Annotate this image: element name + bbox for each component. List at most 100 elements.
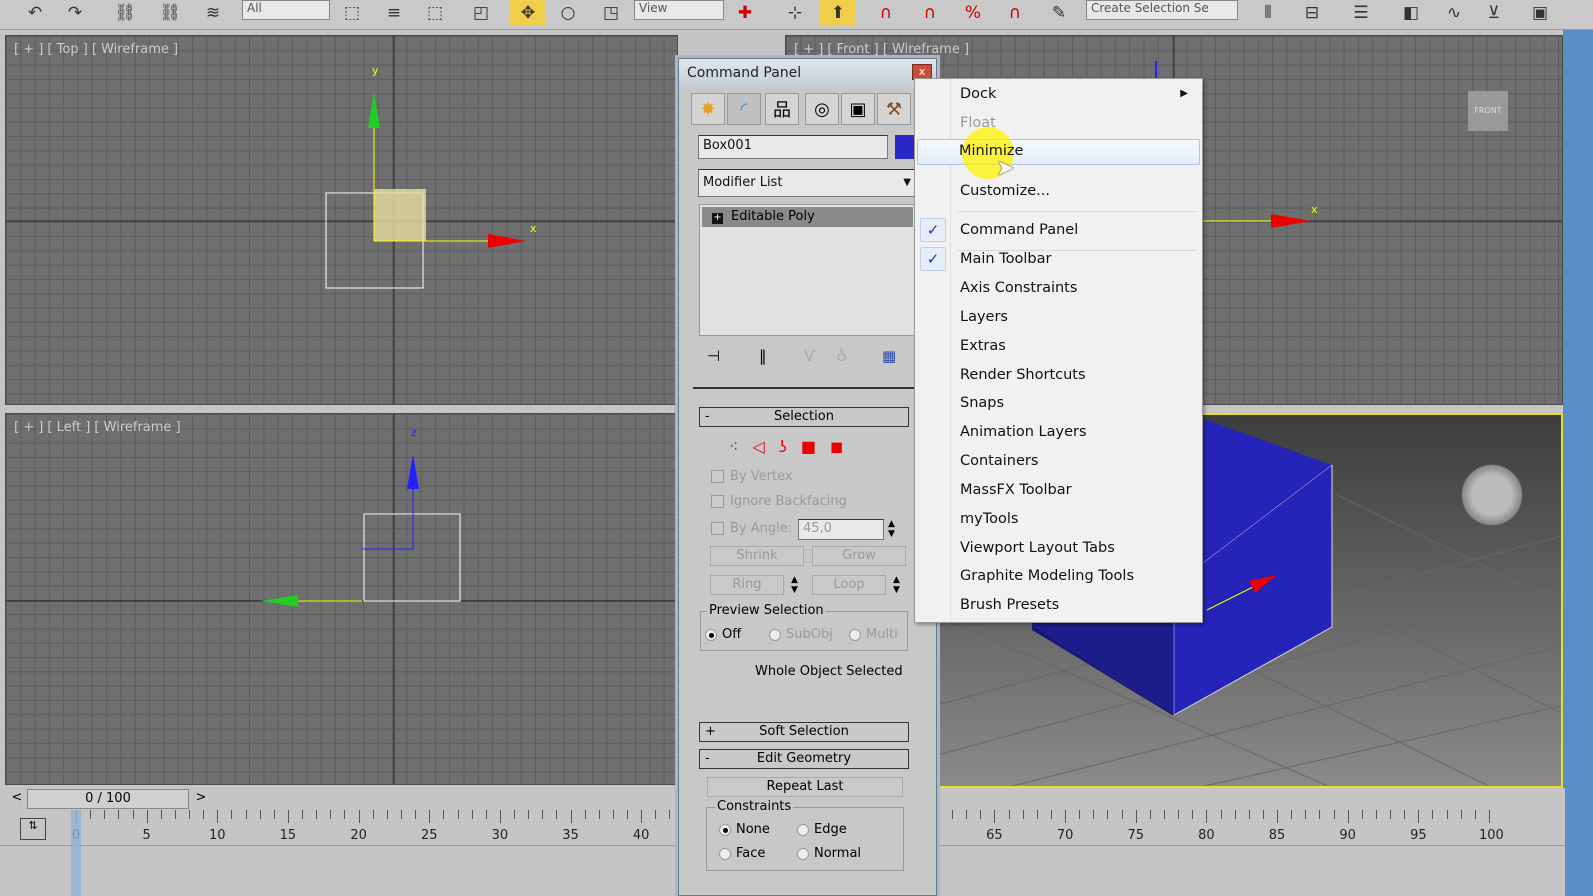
unlink-icon[interactable]: ⛓ <box>155 0 185 26</box>
constraint-face-radio[interactable]: Face <box>719 846 765 861</box>
menu-item-animation-layers[interactable]: Animation Layers <box>917 419 1200 445</box>
time-slider[interactable]: 0 / 100 <box>27 789 189 809</box>
tab-motion[interactable]: ◎ <box>805 93 839 125</box>
by-vertex-checkbox[interactable]: By Vertex <box>711 469 793 484</box>
menu-item-brush-presets[interactable]: Brush Presets <box>917 592 1200 618</box>
menu-item-massfx-toolbar[interactable]: MassFX Toolbar <box>917 477 1200 503</box>
menu-item-float[interactable]: Float <box>917 110 1200 136</box>
spinner-snap-icon[interactable]: ∩ <box>997 0 1033 26</box>
tab-create[interactable]: ✸ <box>691 93 725 125</box>
expand-icon[interactable]: + <box>712 213 723 224</box>
window-crossing-icon[interactable]: ◰ <box>466 0 496 26</box>
command-panel-title[interactable]: Command Panel <box>679 59 936 87</box>
align-icon[interactable]: ⊟ <box>1296 0 1328 26</box>
menu-item-dock[interactable]: Dock ▶ <box>917 81 1200 107</box>
preview-off-radio[interactable]: Off <box>705 627 741 642</box>
pivot-icon[interactable]: ✚ <box>730 0 760 26</box>
selection-filter-dropdown[interactable]: All <box>242 0 330 20</box>
render-setup-icon[interactable]: ⊻ <box>1478 0 1510 26</box>
constraint-normal-radio[interactable]: Normal <box>797 846 861 861</box>
selection-rollout-header[interactable]: - Selection <box>699 407 909 427</box>
manipulate-icon[interactable]: ⊹ <box>780 0 810 26</box>
edit-geometry-rollout-header[interactable]: - Edit Geometry <box>699 749 909 769</box>
viewport-left[interactable]: [ + ] [ Left ] [ Wireframe ] z <box>5 413 678 785</box>
ring-spinner[interactable]: ▲ ▼ <box>791 575 798 595</box>
tab-modify[interactable]: ◜ <box>727 93 761 125</box>
prev-frame-button[interactable]: < <box>8 790 26 808</box>
polygon-icon[interactable]: ■ <box>801 437 830 456</box>
mirror-icon[interactable]: ⫴ <box>1252 0 1284 26</box>
menu-item-customize[interactable]: Customize... <box>917 178 1200 204</box>
ring-button[interactable]: Ring <box>710 575 784 595</box>
constraint-none-radio[interactable]: None <box>719 822 770 837</box>
edit-named-selection-icon[interactable]: ✎ <box>1043 0 1075 26</box>
preview-multi-radio[interactable]: Multi <box>849 627 898 642</box>
edge-icon[interactable]: ◁ <box>752 437 778 456</box>
by-angle-checkbox[interactable]: By Angle: <box>711 521 792 536</box>
viewcube[interactable] <box>1457 460 1527 530</box>
next-frame-button[interactable]: > <box>192 790 210 808</box>
show-end-result-icon[interactable]: ‖ <box>759 347 767 365</box>
undo-icon[interactable]: ↶ <box>20 0 50 26</box>
modifier-list-dropdown[interactable]: Modifier List ▼ <box>698 169 916 197</box>
grow-button[interactable]: Grow <box>812 546 906 566</box>
percent-snap-icon[interactable]: % <box>955 0 991 26</box>
select-by-name-icon[interactable]: ≡ <box>380 0 408 26</box>
select-object-icon[interactable]: ⬚ <box>338 0 366 26</box>
menu-item-extras[interactable]: Extras <box>917 333 1200 359</box>
material-editor-icon[interactable]: ◧ <box>1395 0 1427 26</box>
frame-tick <box>174 810 176 819</box>
menu-item-layers[interactable]: Layers <box>917 304 1200 330</box>
angle-spinner[interactable]: ▲ ▼ <box>888 519 895 539</box>
rotate-icon[interactable]: ○ <box>553 0 583 26</box>
tab-hierarchy[interactable]: 品 <box>765 93 799 125</box>
loop-button[interactable]: Loop <box>812 575 886 595</box>
snap-icon[interactable]: ∩ <box>868 0 904 26</box>
preview-subobj-radio[interactable]: SubObj <box>769 627 833 642</box>
tab-utilities[interactable]: ⚒ <box>877 93 911 125</box>
reference-coordinate-dropdown[interactable]: View <box>634 0 724 20</box>
viewport-top[interactable]: [ + ] [ Top ] [ Wireframe ] y x <box>5 35 678 405</box>
element-icon[interactable]: ◼ <box>830 437 857 456</box>
frame-tick <box>542 810 544 819</box>
border-icon[interactable]: ʖ <box>779 437 801 456</box>
menu-item-snaps[interactable]: Snaps <box>917 390 1200 416</box>
curve-editor-icon[interactable]: ∿ <box>1438 0 1470 26</box>
repeat-last-button[interactable]: Repeat Last <box>707 777 903 797</box>
ignore-backfacing-checkbox[interactable]: Ignore Backfacing <box>711 494 847 509</box>
viewcube[interactable]: FRONT <box>1468 91 1508 131</box>
named-selection-dropdown[interactable]: Create Selection Se <box>1086 0 1238 20</box>
pin-stack-icon[interactable]: ⊣ <box>707 347 720 365</box>
menu-item-viewport-layout-tabs[interactable]: Viewport Layout Tabs <box>917 535 1200 561</box>
move-icon[interactable]: ✥ <box>510 0 546 26</box>
scale-icon[interactable]: ◳ <box>596 0 626 26</box>
vertex-icon[interactable]: ⁖ <box>729 437 752 456</box>
remove-modifier-icon[interactable]: ♁ <box>836 347 847 365</box>
stack-item-editable-poly[interactable]: + Editable Poly <box>702 207 913 227</box>
object-name-input[interactable]: Box001 <box>698 135 888 159</box>
angle-snap-icon[interactable]: ∩ <box>912 0 948 26</box>
bind-space-warp-icon[interactable]: ≋ <box>198 0 228 26</box>
menu-item-axis-constraints[interactable]: Axis Constraints <box>917 275 1200 301</box>
menu-item-containers[interactable]: Containers <box>917 448 1200 474</box>
keyboard-shortcut-override-icon[interactable]: ⬆ <box>820 0 856 26</box>
rect-selection-icon[interactable]: ⬚ <box>420 0 450 26</box>
modifier-list-label: Modifier List <box>703 175 783 190</box>
menu-item-graphite-modeling-tools[interactable]: Graphite Modeling Tools <box>917 563 1200 589</box>
constraint-edge-radio[interactable]: Edge <box>797 822 847 837</box>
tab-display[interactable]: ▣ <box>841 93 875 125</box>
redo-icon[interactable]: ↷ <box>60 0 90 26</box>
menu-item-render-shortcuts[interactable]: Render Shortcuts <box>917 362 1200 388</box>
loop-spinner[interactable]: ▲ ▼ <box>893 575 900 595</box>
shrink-button[interactable]: Shrink <box>710 546 804 566</box>
menu-item-command-panel[interactable]: ✓ Command Panel <box>917 217 1200 243</box>
render-icon[interactable]: ▣ <box>1522 0 1558 26</box>
link-icon[interactable]: ⛓ <box>110 0 140 26</box>
layer-manager-icon[interactable]: ☰ <box>1345 0 1377 26</box>
configure-modifier-sets-icon[interactable]: ▦ <box>882 347 896 365</box>
soft-selection-rollout-header[interactable]: + Soft Selection <box>699 722 909 742</box>
menu-item-mytools[interactable]: myTools <box>917 506 1200 532</box>
current-frame-indicator[interactable] <box>71 810 81 896</box>
angle-input[interactable]: 45,0 <box>798 519 884 540</box>
make-unique-icon[interactable]: Ѵ <box>804 347 816 365</box>
